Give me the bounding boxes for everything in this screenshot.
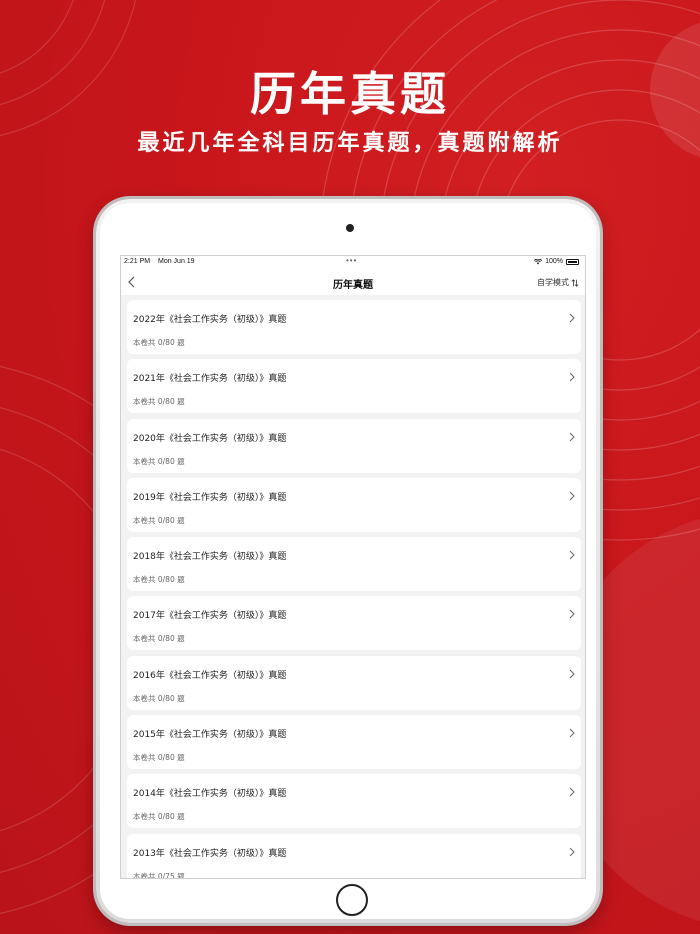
paper-card[interactable]: 2013年《社会工作实务（初级）》真题 本卷共 0/75 题: [127, 833, 581, 879]
paper-progress: 本卷共 0/80 题: [133, 338, 185, 347]
paper-title: 2021年《社会工作实务（初级）》真题: [133, 374, 287, 385]
battery-icon: [566, 258, 579, 265]
paper-progress: 本卷共 0/80 题: [133, 515, 185, 525]
paper-card[interactable]: 2021年《社会工作实务（初级）》真题 本卷共 0/80 题: [127, 359, 581, 414]
paper-card[interactable]: 2016年《社会工作实务（初级）》真题 本卷共 0/80 题: [127, 655, 581, 710]
status-right: 100%: [534, 258, 579, 265]
status-bar: 2:21 PM Mon Jun 19 ••• 100%: [121, 256, 585, 269]
nav-title: 历年真题: [333, 280, 373, 291]
paper-progress: 本卷共 0/75 题: [133, 871, 185, 879]
status-date: Mon Jun 19: [158, 258, 195, 265]
multitask-dots-icon[interactable]: •••: [346, 256, 357, 265]
camera-icon: [346, 224, 354, 232]
paper-title: 2022年《社会工作实务（初级）》真题: [133, 315, 287, 325]
paper-card[interactable]: 2015年《社会工作实务（初级）》真题 本卷共 0/80 题: [127, 715, 581, 770]
wifi-icon: [534, 258, 543, 264]
paper-card[interactable]: 2014年《社会工作实务（初级）》真题 本卷共 0/80 题: [127, 774, 581, 829]
paper-card[interactable]: 2022年《社会工作实务（初级）》真题 本卷共 0/80 题: [127, 300, 581, 354]
chevron-right-icon: [569, 550, 575, 560]
study-mode-toggle[interactable]: 自学模式: [537, 277, 579, 288]
chevron-right-icon: [569, 372, 575, 382]
paper-title: 2013年《社会工作实务（初级）》真题: [133, 848, 287, 859]
paper-list: 2022年《社会工作实务（初级）》真题 本卷共 0/80 题 2021年《社会工…: [127, 300, 581, 879]
chevron-right-icon: [569, 728, 575, 738]
tablet-bezel: 2:21 PM Mon Jun 19 ••• 100% 历年真题 自学模式 20…: [100, 203, 596, 919]
swap-icon: [571, 278, 579, 287]
chevron-right-icon: [569, 432, 575, 441]
paper-card[interactable]: 2019年《社会工作实务（初级）》真题 本卷共 0/80 题: [127, 477, 581, 532]
paper-title: 2017年《社会工作实务（初级）》真题: [133, 611, 287, 622]
chevron-right-icon: [569, 491, 575, 501]
paper-title: 2019年《社会工作实务（初级）》真题: [133, 492, 287, 503]
chevron-right-icon: [569, 847, 575, 857]
paper-card[interactable]: 2018年《社会工作实务（初级）》真题 本卷共 0/80 题: [127, 537, 581, 592]
paper-progress: 本卷共 0/80 题: [133, 634, 185, 644]
paper-progress: 本卷共 0/80 题: [133, 693, 185, 703]
paper-progress: 本卷共 0/80 题: [133, 812, 185, 822]
paper-progress: 本卷共 0/80 题: [133, 753, 185, 763]
chevron-right-icon: [569, 669, 575, 679]
app-screen: 2:21 PM Mon Jun 19 ••• 100% 历年真题 自学模式 20…: [120, 255, 586, 879]
home-button[interactable]: [336, 884, 368, 916]
chevron-right-icon: [569, 313, 575, 323]
paper-card[interactable]: 2020年《社会工作实务（初级）》真题 本卷共 0/80 题: [127, 418, 581, 473]
chevron-right-icon: [569, 788, 575, 797]
status-time: 2:21 PM: [124, 258, 151, 265]
hero-subtitle: 最近几年全科目历年真题，真题附解析: [137, 131, 563, 156]
paper-title: 2015年《社会工作实务（初级）》真题: [133, 730, 287, 741]
tablet-frame: 2:21 PM Mon Jun 19 ••• 100% 历年真题 自学模式 20…: [96, 199, 600, 923]
paper-card[interactable]: 2017年《社会工作实务（初级）》真题 本卷共 0/80 题: [127, 596, 581, 651]
paper-progress: 本卷共 0/80 题: [133, 575, 185, 585]
paper-progress: 本卷共 0/80 题: [133, 397, 185, 407]
paper-title: 2018年《社会工作实务（初级）》真题: [133, 552, 287, 563]
paper-title: 2020年《社会工作实务（初级）》真题: [133, 433, 287, 444]
paper-progress: 本卷共 0/80 题: [133, 456, 185, 466]
navigation-bar: 历年真题 自学模式: [121, 269, 585, 295]
paper-title: 2014年《社会工作实务（初级）》真题: [133, 789, 287, 800]
hero-title: 历年真题: [250, 67, 450, 121]
study-mode-label: 自学模式: [537, 278, 569, 287]
paper-title: 2016年《社会工作实务（初级）》真题: [133, 670, 287, 681]
battery-percent: 100%: [545, 258, 563, 265]
chevron-right-icon: [569, 610, 575, 619]
